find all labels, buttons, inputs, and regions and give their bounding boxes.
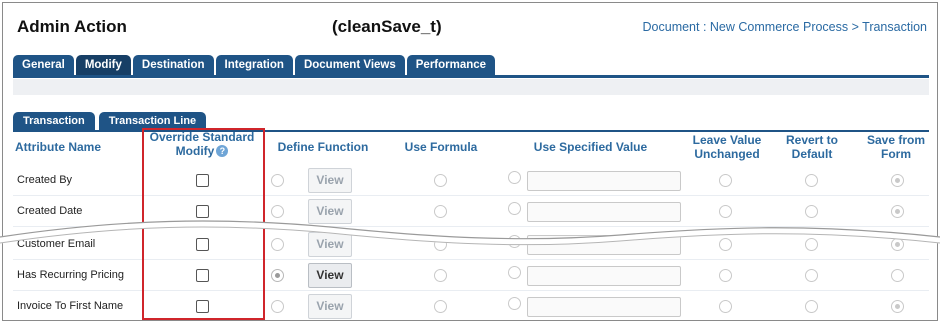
revert-to-default-radio[interactable] [805,174,818,187]
table-row: Created By View [13,165,929,196]
define-function-radio[interactable] [271,238,284,251]
leave-unchanged-radio[interactable] [719,205,732,218]
tab-divider [13,75,929,78]
table-row: Created Date View [13,196,929,227]
tab-content-band [13,79,929,95]
specified-value-input[interactable] [527,171,681,191]
override-checkbox[interactable] [196,300,209,313]
view-button[interactable]: View [308,168,352,193]
attribute-label: Created By [17,174,73,186]
breadcrumb: Document : New Commerce Process > Transa… [643,20,927,34]
override-checkbox[interactable] [196,205,209,218]
define-function-radio[interactable] [271,269,284,282]
header-override-line1: Override Standard [149,130,255,144]
page-title: Admin Action [17,17,127,36]
define-function-radio[interactable] [271,205,284,218]
tab-general[interactable]: General [13,55,74,75]
specified-value-input[interactable] [527,235,681,255]
leave-unchanged-radio[interactable] [719,269,732,282]
header-attribute-name: Attribute Name [15,140,102,154]
question-mark-icon[interactable]: ? [216,145,229,157]
tab-modify[interactable]: Modify [75,55,131,75]
use-formula-radio[interactable] [434,174,447,187]
specified-value-input[interactable] [527,297,681,317]
save-from-form-radio[interactable] [891,300,904,313]
table-row: Has Recurring Pricing View [13,260,929,291]
breadcrumb-link[interactable]: Document : New Commerce Process > Transa… [643,20,927,34]
define-function-radio[interactable] [271,174,284,187]
main-tabs: General Modify Destination Integration D… [13,55,496,75]
header-use-specified-value: Use Specified Value [533,140,648,154]
header-leave-line1: Leave Value [692,133,762,147]
use-formula-radio[interactable] [434,238,447,251]
tab-integration[interactable]: Integration [215,55,293,75]
define-function-radio[interactable] [271,300,284,313]
revert-to-default-radio[interactable] [805,238,818,251]
subtab-transaction-line[interactable]: Transaction Line [98,112,207,130]
leave-unchanged-radio[interactable] [719,174,732,187]
header-save-from-form: Save from Form [851,133,937,161]
attribute-label: Customer Email [17,238,96,250]
header-override-line2: Modify [175,144,215,158]
revert-to-default-radio[interactable] [805,300,818,313]
attribute-label: Created Date [17,205,83,217]
use-specified-value-radio[interactable] [508,202,521,215]
header-save-line2: Form [881,147,911,161]
use-specified-value-radio[interactable] [508,297,521,310]
save-from-form-radio[interactable] [891,238,904,251]
attribute-label: Invoice To First Name [17,300,124,312]
admin-action-panel: Admin Action (cleanSave_t) Document : Ne… [2,2,938,321]
header-define-function: Define Function [277,140,369,154]
override-checkbox[interactable] [196,238,209,251]
table-row: Customer Email View [13,229,929,260]
override-checkbox[interactable] [196,269,209,282]
specified-value-input[interactable] [527,202,681,222]
use-specified-value-radio[interactable] [508,235,521,248]
revert-to-default-radio[interactable] [805,269,818,282]
use-formula-radio[interactable] [434,300,447,313]
view-button[interactable]: View [308,263,352,288]
override-checkbox[interactable] [196,174,209,187]
header-use-formula: Use Formula [404,140,478,154]
header-revert-line2: Default [791,147,833,161]
specified-value-input[interactable] [527,266,681,286]
subtab-transaction[interactable]: Transaction [13,112,95,130]
action-variable-name: (cleanSave_t) [332,17,442,36]
table-row: Invoice To First Name View [13,291,929,320]
view-button[interactable]: View [308,294,352,319]
use-formula-radio[interactable] [434,205,447,218]
leave-unchanged-radio[interactable] [719,238,732,251]
revert-to-default-radio[interactable] [805,205,818,218]
save-from-form-radio[interactable] [891,174,904,187]
header-override-line2-wrap: Modify? [143,144,261,158]
view-button[interactable]: View [308,199,352,224]
attribute-label: Has Recurring Pricing [17,269,124,281]
header-save-line1: Save from [866,133,926,147]
save-from-form-radio[interactable] [891,269,904,282]
save-from-form-radio[interactable] [891,205,904,218]
leave-unchanged-radio[interactable] [719,300,732,313]
use-specified-value-radio[interactable] [508,171,521,184]
tab-destination[interactable]: Destination [132,55,214,75]
tab-performance[interactable]: Performance [406,55,496,75]
header-revert-to-default: Revert to Default [767,133,857,161]
header-leave-line2: Unchanged [694,147,760,161]
sub-tabs: Transaction Transaction Line [13,112,207,130]
header-leave-value-unchanged: Leave Value Unchanged [682,133,772,161]
header-override-standard-modify: Override Standard Modify? [143,130,261,158]
view-button[interactable]: View [308,232,352,257]
use-specified-value-radio[interactable] [508,266,521,279]
header-revert-line1: Revert to [785,133,838,147]
use-formula-radio[interactable] [434,269,447,282]
tab-document-views[interactable]: Document Views [294,55,405,75]
